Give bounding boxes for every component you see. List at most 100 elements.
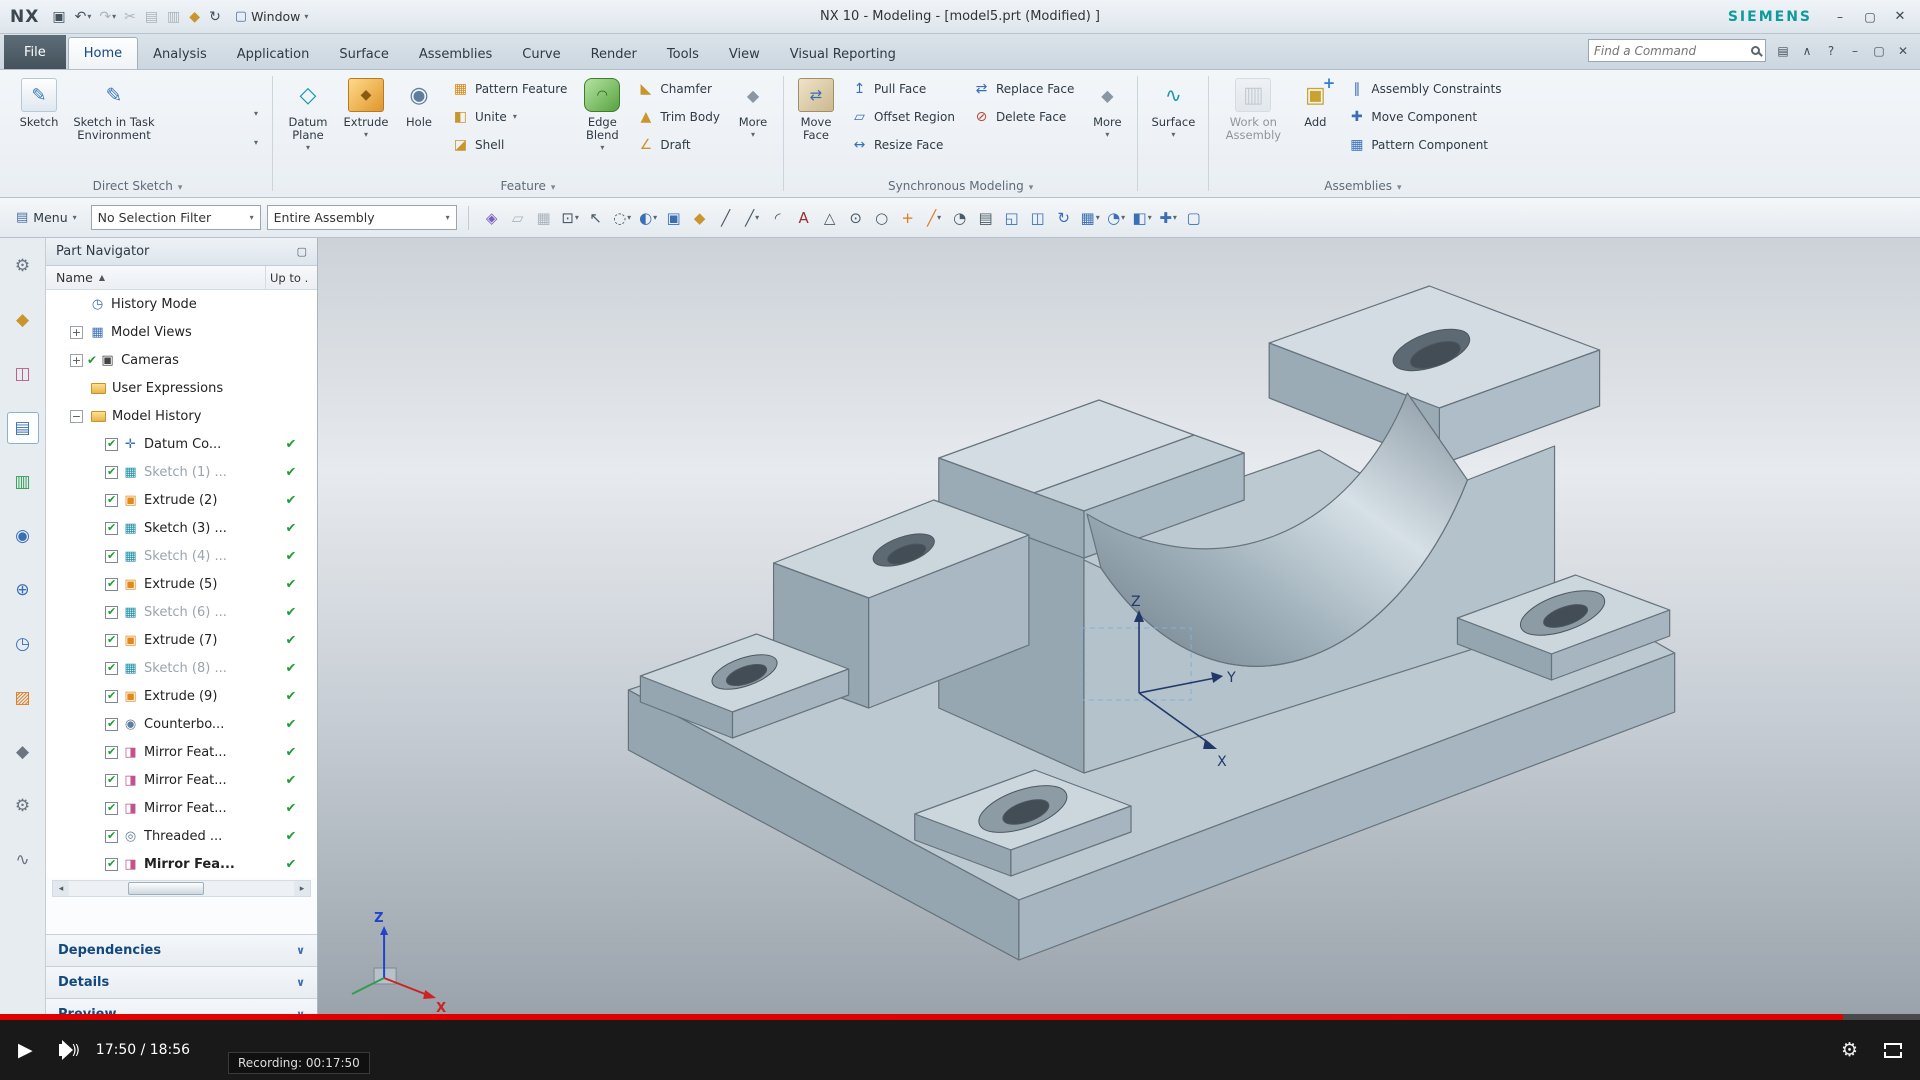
visibility-checkbox[interactable] [105,494,118,507]
tree-item[interactable]: ▣ Extrude (5) ✔ [46,570,317,598]
column-header-up-to-date[interactable]: Up to . [265,266,317,289]
visibility-checkbox[interactable] [105,634,118,647]
quick-access-icon[interactable]: ▤ [142,5,162,29]
tree-item[interactable]: − Model History [46,402,317,430]
expand-toggle-icon[interactable] [86,494,99,507]
expand-toggle-icon[interactable] [86,830,99,843]
expand-toggle-icon[interactable] [86,550,99,563]
toolbar-icon[interactable]: ◜ [766,204,791,231]
ribbon-tab[interactable]: File [4,35,66,69]
line-tool-icon[interactable] [220,101,246,127]
tree-item[interactable]: ▣ Extrude (7) ✔ [46,626,317,654]
ribbon-right-icon[interactable]: ∧ [1796,41,1818,61]
tree-item[interactable]: ▣ Extrude (9) ✔ [46,682,317,710]
ribbon-right-icon[interactable]: ✕ [1892,41,1914,61]
group-label-feature[interactable]: Feature [274,176,782,196]
visibility-checkbox[interactable] [105,858,118,871]
toolbar-icon[interactable]: ╱▾ [922,204,947,231]
toolbar-icon[interactable]: ▣ [662,204,687,231]
tree-item[interactable]: ◉ Counterbo... ✔ [46,710,317,738]
visibility-checkbox[interactable] [105,718,118,731]
visibility-checkbox[interactable] [105,802,118,815]
resource-bar-icon[interactable]: ◫ [7,358,39,390]
visibility-checkbox[interactable] [105,522,118,535]
expand-toggle-icon[interactable] [86,606,99,619]
panel-section-header[interactable]: Details ∨ [46,966,317,998]
toolbar-icon[interactable]: ⊡▾ [558,204,583,231]
ribbon-tab[interactable]: Surface [324,39,404,69]
tree-item[interactable]: ◷ History Mode [46,290,317,318]
ribbon-tab[interactable]: Analysis [138,39,222,69]
extrude-button[interactable]: ◆ Extrude ▾ [338,74,394,176]
sync-more-button[interactable]: ◆ More ▾ [1084,74,1130,176]
resource-bar-icon[interactable]: ▨ [7,682,39,714]
find-command-box[interactable] [1588,39,1766,62]
ribbon-tab[interactable]: Assemblies [404,39,507,69]
draft-button[interactable]: ∠Draft [633,132,724,157]
toolbar-icon[interactable]: ◈ [480,204,505,231]
toolbar-icon[interactable]: ↻ [1052,204,1077,231]
quick-access-icon[interactable]: ↻ [206,5,225,29]
toolbar-icon[interactable]: ◌▾ [610,204,635,231]
group-label-synchronous-modeling[interactable]: Synchronous Modeling [785,176,1136,196]
tree-item[interactable]: ◎ Threaded ... ✔ [46,822,317,850]
group-label-assemblies[interactable]: Assemblies [1210,176,1515,196]
visibility-checkbox[interactable] [105,774,118,787]
quick-access-icon[interactable]: ▣ [49,5,69,29]
toolbar-icon[interactable]: ◔▾ [1104,204,1129,231]
quick-access-icon[interactable]: ▥ [164,5,184,29]
resource-bar-icon[interactable]: ⚙ [7,790,39,822]
chevron-down-icon[interactable]: ▾ [249,130,263,156]
toolbar-icon[interactable]: △ [818,204,843,231]
expand-toggle-icon[interactable]: + [70,354,83,367]
column-header-name[interactable]: Name▲ [46,270,265,285]
toolbar-icon[interactable]: + [896,204,921,231]
point-tool-icon[interactable] [220,130,246,156]
visibility-checkbox[interactable] [105,830,118,843]
3d-model-pillow-block[interactable]: Z Y X Z X [318,238,1920,1014]
toolbar-icon[interactable]: A [792,204,817,231]
surface-button[interactable]: ∿ Surface ▾ [1145,74,1201,176]
resource-bar-icon[interactable]: ◆ [7,736,39,768]
tree-item[interactable]: + ▦ Model Views [46,318,317,346]
add-component-button[interactable]: ▣ Add [1292,74,1338,176]
visibility-checkbox[interactable] [105,550,118,563]
tree-item[interactable]: ◨ Mirror Feat... ✔ [46,766,317,794]
ribbon-tab[interactable]: Tools [652,39,714,69]
chevron-down-icon[interactable]: ▾ [249,101,263,127]
toolbar-icon[interactable]: ↖ [584,204,609,231]
visibility-checkbox[interactable] [105,578,118,591]
menu-button[interactable]: ▤Menu▾ [8,204,85,232]
expand-toggle-icon[interactable] [70,298,83,311]
offset-region-button[interactable]: ▱Offset Region [847,104,959,129]
resource-bar-icon[interactable]: ⊕ [7,574,39,606]
quick-access-icon[interactable]: ◆ [186,5,204,29]
pattern-component-button[interactable]: ▦Pattern Component [1344,132,1505,157]
expand-toggle-icon[interactable] [86,690,99,703]
fullscreen-icon[interactable] [1884,1043,1902,1058]
ribbon-right-icon[interactable]: ▤ [1772,41,1794,61]
visibility-checkbox[interactable] [105,606,118,619]
toolbar-icon[interactable]: ▱ [506,204,531,231]
window-control-button[interactable]: – [1826,6,1854,28]
tree-item[interactable]: ▣ Extrude (2) ✔ [46,486,317,514]
undock-panel-icon[interactable]: ▢ [297,245,307,258]
toolbar-icon[interactable]: ✚▾ [1156,204,1181,231]
toolbar-icon[interactable]: ╱ [714,204,739,231]
move-face-button[interactable]: ⇄ Move Face [791,74,841,176]
expand-toggle-icon[interactable] [86,466,99,479]
visibility-checkbox[interactable] [105,690,118,703]
scrollbar-thumb[interactable] [128,882,205,895]
ribbon-tab[interactable]: Application [222,39,325,69]
feature-more-button[interactable]: ◆ More ▾ [730,74,776,176]
delete-face-button[interactable]: ⊘Delete Face [969,104,1078,129]
scroll-left-icon[interactable]: ◂ [53,881,69,896]
assembly-constraints-button[interactable]: ∥Assembly Constraints [1344,76,1505,101]
expand-toggle-icon[interactable] [86,578,99,591]
ribbon-right-icon[interactable]: ▢ [1868,41,1890,61]
move-component-button[interactable]: ✚Move Component [1344,104,1505,129]
tree-item[interactable]: ▦ Sketch (4) ... ✔ [46,542,317,570]
resource-bar-icon[interactable]: ◉ [7,520,39,552]
ribbon-tab[interactable]: Render [576,39,652,69]
expand-toggle-icon[interactable] [86,634,99,647]
